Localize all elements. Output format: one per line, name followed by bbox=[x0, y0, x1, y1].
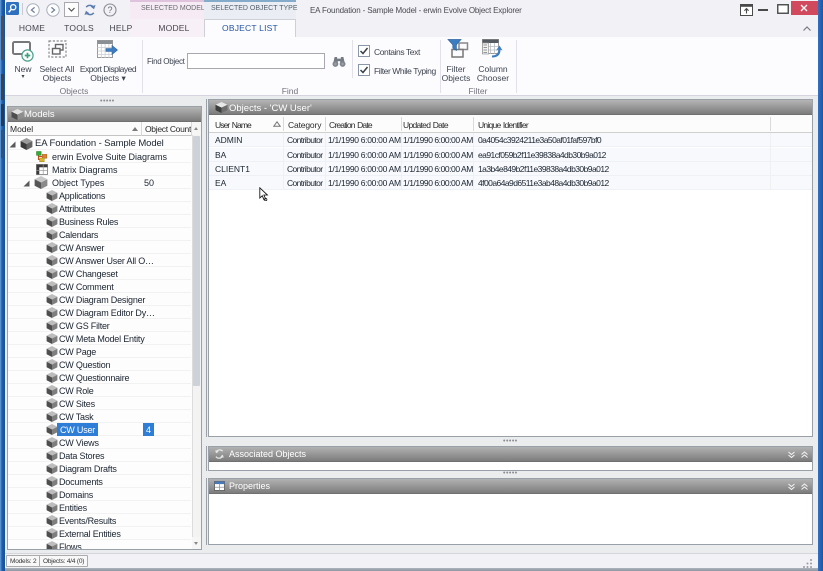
svg-text:?: ? bbox=[107, 5, 112, 15]
